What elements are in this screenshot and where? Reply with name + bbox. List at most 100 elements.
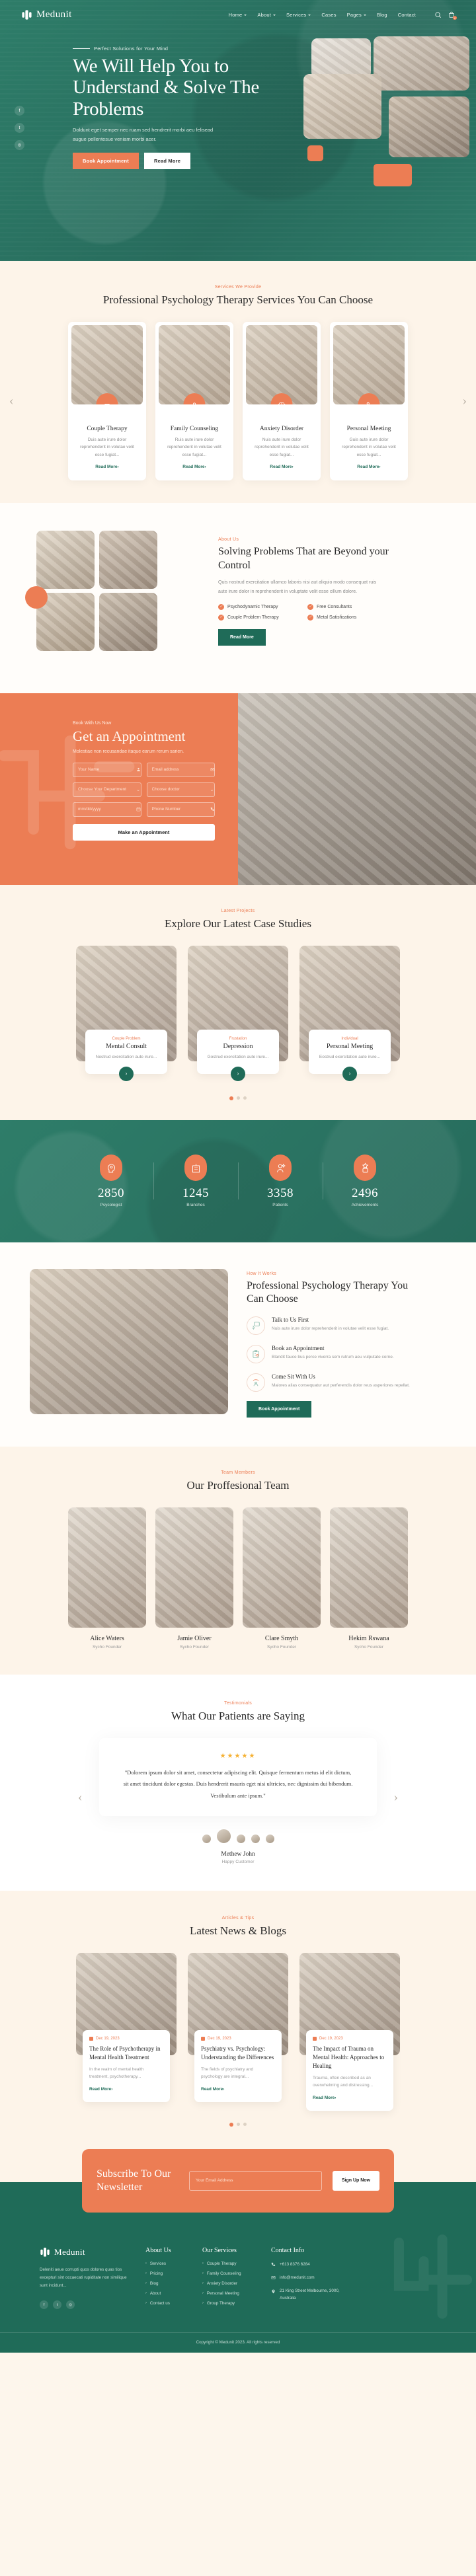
doctor-select-field[interactable]: ⌄ [146,782,215,797]
footer-link[interactable]: › Contact us [145,2301,202,2306]
nav-item-home[interactable]: Home [229,12,247,18]
footer-link[interactable]: › Pricing [145,2271,202,2276]
team-member-card[interactable]: Hekim Rswana Sycho Founder [330,1507,408,1649]
blog-read-more-link[interactable]: Read More› [313,2096,336,2100]
facebook-icon[interactable]: f [40,2300,48,2310]
read-more-button[interactable]: Read More [144,152,191,169]
email-input[interactable] [151,767,210,773]
service-read-more-link[interactable]: Read More› [270,465,293,469]
search-icon[interactable] [434,11,442,19]
case-card[interactable]: Individual Personal Meeting Eostrud exer… [299,945,400,1081]
avatar[interactable] [215,1828,232,1845]
medical-cross-icon [40,2247,51,2258]
facebook-icon[interactable]: f [15,106,24,116]
team-member-card[interactable]: Alice Waters Sycho Founder [68,1507,146,1649]
nav-item-contact[interactable]: Contact [398,12,416,18]
service-card[interactable]: Couple Therapy Duis aute irure dolor rep… [68,321,146,480]
hero-image-collage [288,36,469,223]
service-read-more-link[interactable]: Read More› [357,465,380,469]
phone-field[interactable] [146,802,215,817]
instagram-icon[interactable]: ◎ [15,140,24,150]
footer-link[interactable]: › Anxiety Disorder [202,2281,271,2286]
instagram-icon[interactable]: ◎ [66,2300,75,2310]
service-read-more-link[interactable]: Read More› [182,465,206,469]
twitter-icon[interactable]: t [15,123,24,133]
footer-brand-name: Medunit [54,2247,85,2257]
service-card[interactable]: Family Counseling Ruis aute irure dolor … [155,321,233,480]
chevron-right-icon[interactable]: › [119,1066,134,1081]
case-desc: Nostrud exercitation aute irure... [95,1054,157,1059]
about-read-more-button[interactable]: Read More [218,628,266,646]
pagination-dot[interactable] [229,1096,233,1100]
carousel-next-icon[interactable]: › [463,394,467,408]
shopping-bag-icon[interactable]: 0 [448,11,457,20]
service-read-more-link[interactable]: Read More› [95,465,118,469]
nav-item-services[interactable]: Services [286,12,311,18]
book-appointment-button[interactable]: Book Appointment [73,152,139,169]
about-photo-2 [99,530,157,589]
avatar[interactable] [200,1833,212,1845]
avatar[interactable] [235,1833,247,1845]
blog-post-card[interactable]: Dec 19, 2023 Psychiatry vs. Psychology: … [188,1952,288,2111]
nav-item-blog[interactable]: Blog [377,12,387,18]
envelope-icon [210,767,215,772]
service-desc: Nuis aute irure dolor reprehenderit in v… [255,437,309,457]
footer-link[interactable]: › Couple Therapy [202,2261,271,2266]
brand-logo[interactable]: Medunit [21,9,72,20]
name-field[interactable] [73,762,141,777]
how-book-appointment-button[interactable]: Book Appointment [247,1401,312,1418]
carousel-prev-icon[interactable]: ‹ [9,394,13,408]
chevron-right-icon[interactable]: › [231,1066,245,1081]
service-card[interactable]: Anxiety Disorder Nuis aute irure dolor r… [243,321,321,480]
footer-link[interactable]: › Blog [145,2281,202,2286]
avatar[interactable] [249,1833,261,1845]
blog-post-card[interactable]: Dec 19, 2023 The Impact of Trauma on Men… [299,1952,400,2111]
nav-item-cases[interactable]: Cases [321,12,336,18]
newsletter-signup-button[interactable]: Sign Up Now [332,2170,379,2191]
footer-phone[interactable]: +613 8376 6284 [271,2261,346,2268]
footer-link[interactable]: › Personal Meeting [202,2291,271,2296]
pagination-dot[interactable] [229,2122,233,2127]
name-input[interactable] [78,767,136,773]
pagination-dot[interactable] [237,1096,240,1100]
date-input[interactable] [78,807,136,812]
about-gallery [0,530,218,663]
footer-email[interactable]: info@medunit.com [271,2275,346,2281]
nav-item-pages[interactable]: Pages [347,12,366,18]
newsletter-email-input[interactable] [189,2170,322,2191]
testimonial-prev-icon[interactable]: ‹ [78,1790,82,1805]
footer-logo[interactable]: Medunit [40,2247,145,2258]
make-appointment-button[interactable]: Make an Appointment [73,823,215,841]
department-select-field[interactable]: ⌄ [73,782,141,797]
blog-post-card[interactable]: Dec 19, 2023 The Role of Psychotherapy i… [76,1952,177,2111]
footer-link[interactable]: › Group Therapy [202,2301,271,2306]
footer-column-heading: Our Services [202,2246,237,2254]
chevron-right-icon: › [145,2301,147,2306]
footer-link[interactable]: › Services [145,2261,202,2266]
testimonial-next-icon[interactable]: › [394,1790,398,1805]
department-select[interactable] [78,787,136,792]
date-field[interactable] [73,802,141,817]
case-card[interactable]: Couple Problem Mental Consult Nostrud ex… [76,945,177,1081]
doctor-select[interactable] [151,787,210,792]
blog-post-excerpt: In the realm of mental health treatment,… [89,2066,144,2080]
pagination-dot[interactable] [243,2122,247,2126]
person-sit-icon [247,1373,265,1392]
footer-link[interactable]: › Family Counseling [202,2271,271,2276]
pagination-dot[interactable] [237,2122,240,2126]
nav-item-about[interactable]: About [257,12,276,18]
email-field[interactable] [146,762,215,777]
team-member-card[interactable]: Jamie Oliver Sycho Founder [155,1507,233,1649]
team-member-card[interactable]: Clare Smyth Sycho Founder [243,1507,321,1649]
pagination-dot[interactable] [243,1096,247,1100]
twitter-icon[interactable]: t [53,2300,61,2310]
phone-input[interactable] [151,807,210,812]
case-card[interactable]: Frustation Depression Gostrud exercitati… [188,945,288,1081]
footer-link[interactable]: › About [145,2291,202,2296]
chevron-right-icon[interactable]: › [342,1066,357,1081]
blog-read-more-link[interactable]: Read More› [201,2087,224,2092]
service-card[interactable]: Personal Meeting Guis aute irure dolor r… [330,321,408,480]
avatar[interactable] [264,1833,276,1845]
blog-post-excerpt: Trauma, often described as an overwhelmi… [313,2075,374,2088]
blog-read-more-link[interactable]: Read More› [89,2087,112,2092]
